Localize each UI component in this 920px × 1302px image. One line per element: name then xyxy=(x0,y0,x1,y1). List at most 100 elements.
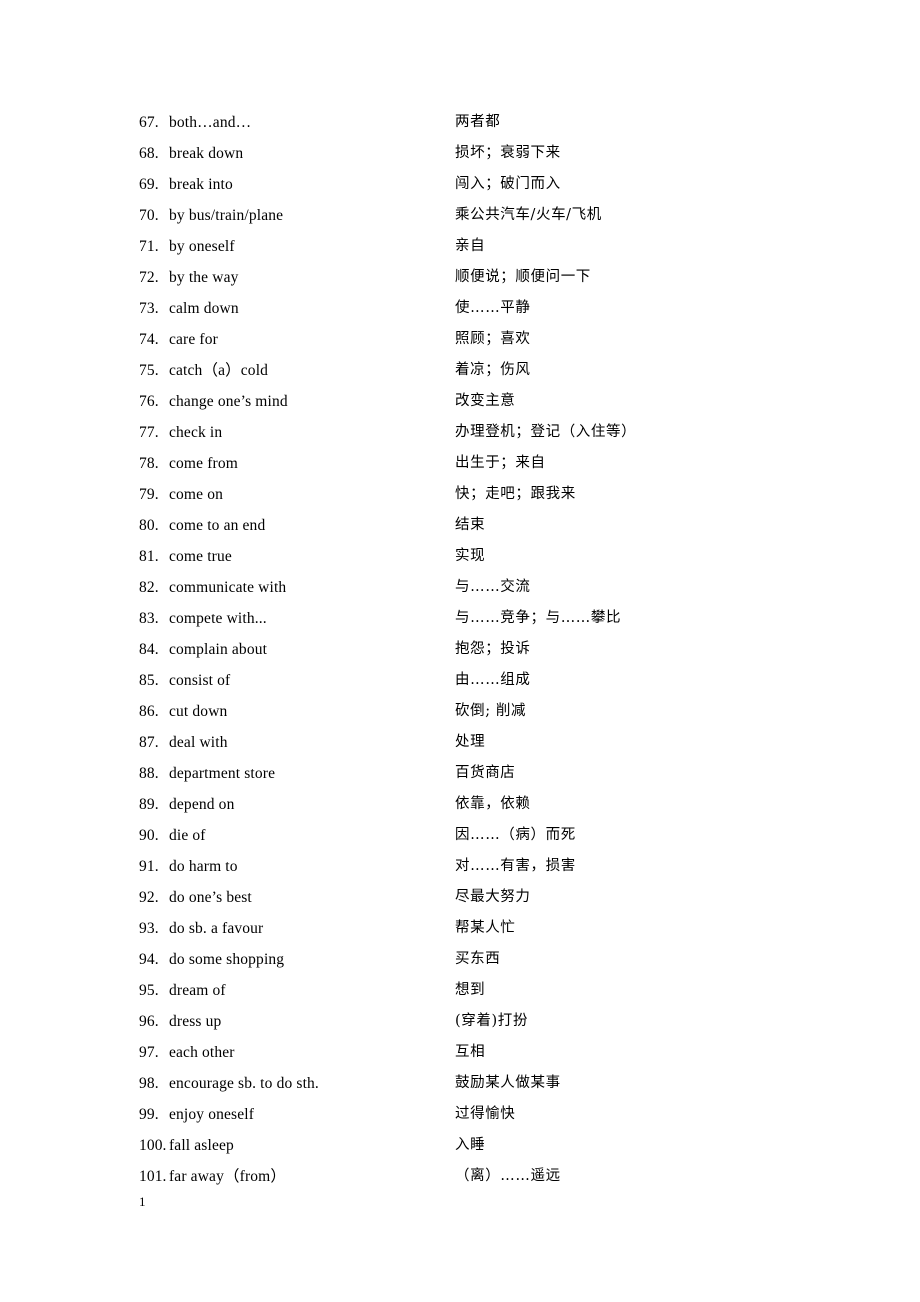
vocab-row-chinese: 处理 xyxy=(455,734,486,750)
vocab-row-chinese: 乘公共汽车/火车/飞机 xyxy=(455,207,602,223)
vocab-row: 101. far away（from） （离）……遥远 xyxy=(139,1161,839,1192)
vocab-row-number: 92. xyxy=(139,889,159,906)
vocab-row-english: come on xyxy=(169,486,223,503)
vocab-row-number: 96. xyxy=(139,1013,159,1030)
vocab-row-english: by oneself xyxy=(169,238,235,255)
vocab-row-number: 80. xyxy=(139,517,159,534)
vocab-row-chinese: 着凉；伤风 xyxy=(455,362,531,378)
vocab-row-number: 79. xyxy=(139,486,159,503)
document-page: 67. both…and… 两者都 68. break down 损坏；衰弱下来 69. b… xyxy=(0,0,920,1302)
vocab-row-english: break down xyxy=(169,145,244,162)
vocab-row-english: catch（a）cold xyxy=(169,362,269,379)
vocab-row-english: check in xyxy=(169,424,223,441)
vocab-row-chinese: 百货商店 xyxy=(455,765,516,781)
vocab-row: 74. care for 照顾；喜欢 xyxy=(139,324,839,355)
vocab-row-english: change one’s mind xyxy=(169,393,288,410)
vocab-row-chinese: 入睡 xyxy=(455,1137,486,1153)
vocab-row: 95. dream of 想到 xyxy=(139,975,839,1006)
vocab-row-number: 99. xyxy=(139,1106,159,1123)
vocab-row: 83. compete with... 与……竞争；与……攀比 xyxy=(139,603,839,634)
vocab-row-english: department store xyxy=(169,765,276,782)
vocab-row: 96. dress up (穿着)打扮 xyxy=(139,1006,839,1037)
vocab-row: 97. each other 互相 xyxy=(139,1037,839,1068)
vocab-row-chinese: 因……（病）而死 xyxy=(455,827,576,843)
vocab-row-chinese: 改变主意 xyxy=(455,393,516,409)
vocab-row-number: 72. xyxy=(139,269,159,286)
vocab-row-english: each other xyxy=(169,1044,235,1061)
vocab-row-english: dream of xyxy=(169,982,226,999)
vocab-row-chinese: 尽最大努力 xyxy=(455,889,531,905)
vocab-row: 93. do sb. a favour 帮某人忙 xyxy=(139,913,839,944)
vocab-row-chinese: 帮某人忙 xyxy=(455,920,516,936)
vocab-row-chinese: 对……有害，损害 xyxy=(455,858,576,874)
vocab-row-number: 71. xyxy=(139,238,159,255)
vocab-row-english: enjoy oneself xyxy=(169,1106,255,1123)
vocab-row-english: fall asleep xyxy=(169,1137,234,1154)
vocab-row-number: 90. xyxy=(139,827,159,844)
vocab-row: 85. consist of 由……组成 xyxy=(139,665,839,696)
vocab-row: 88. department store 百货商店 xyxy=(139,758,839,789)
vocab-row-number: 76. xyxy=(139,393,159,410)
vocab-row-english: come true xyxy=(169,548,232,565)
vocab-row: 99. enjoy oneself 过得愉快 xyxy=(139,1099,839,1130)
vocab-row: 86. cut down 砍倒; 削减 xyxy=(139,696,839,727)
vocab-row-chinese: 依靠，依赖 xyxy=(455,796,531,812)
vocab-row: 73. calm down 使……平静 xyxy=(139,293,839,324)
vocab-row-number: 89. xyxy=(139,796,159,813)
vocab-row-english: deal with xyxy=(169,734,228,751)
vocab-row-english: encourage sb. to do sth. xyxy=(169,1075,319,1092)
vocab-row-number: 85. xyxy=(139,672,159,689)
vocab-row-number: 87. xyxy=(139,734,159,751)
vocab-row-chinese: 想到 xyxy=(455,982,486,998)
vocab-row: 68. break down 损坏；衰弱下来 xyxy=(139,138,839,169)
vocab-row-number: 73. xyxy=(139,300,159,317)
vocab-row-chinese: 砍倒; 削减 xyxy=(455,703,527,719)
vocab-row-english: by bus/train/plane xyxy=(169,207,284,224)
vocab-row: 78. come from 出生于；来自 xyxy=(139,448,839,479)
vocab-row-english: do sb. a favour xyxy=(169,920,264,937)
vocab-row-number: 84. xyxy=(139,641,159,658)
vocab-row-english: compete with... xyxy=(169,610,267,627)
vocab-row-number: 70. xyxy=(139,207,159,224)
vocab-row-number: 101. xyxy=(139,1168,167,1185)
vocab-row: 76. change one’s mind 改变主意 xyxy=(139,386,839,417)
vocab-row: 90. die of 因……（病）而死 xyxy=(139,820,839,851)
vocab-row-chinese: 与……竞争；与……攀比 xyxy=(455,610,622,626)
vocab-row-chinese: 亲自 xyxy=(455,238,486,254)
vocab-row-chinese: 与……交流 xyxy=(455,579,531,595)
vocab-row-chinese: （离）……遥远 xyxy=(455,1168,561,1184)
vocab-row-chinese: 顺便说；顺便问一下 xyxy=(455,269,591,285)
vocab-row-english: calm down xyxy=(169,300,239,317)
vocab-row-number: 83. xyxy=(139,610,159,627)
vocab-row-number: 94. xyxy=(139,951,159,968)
vocab-row: 98. encourage sb. to do sth. 鼓励某人做某事 xyxy=(139,1068,839,1099)
vocab-row: 79. come on 快；走吧；跟我来 xyxy=(139,479,839,510)
vocab-row-english: do one’s best xyxy=(169,889,252,906)
vocab-row-number: 74. xyxy=(139,331,159,348)
vocab-row: 70. by bus/train/plane 乘公共汽车/火车/飞机 xyxy=(139,200,839,231)
vocab-row-chinese: 快；走吧；跟我来 xyxy=(455,486,576,502)
vocab-row: 100. fall asleep 入睡 xyxy=(139,1130,839,1161)
vocabulary-list: 67. both…and… 两者都 68. break down 损坏；衰弱下来 69. b… xyxy=(139,107,839,1192)
vocab-row-number: 67. xyxy=(139,114,159,131)
vocab-row-chinese: 办理登机；登记（入住等） xyxy=(455,424,637,440)
vocab-row: 67. both…and… 两者都 xyxy=(139,107,839,138)
vocab-row: 72. by the way 顺便说；顺便问一下 xyxy=(139,262,839,293)
page-number-footer: 1 xyxy=(139,1194,146,1209)
vocab-row-number: 68. xyxy=(139,145,159,162)
vocab-row: 92. do one’s best 尽最大努力 xyxy=(139,882,839,913)
vocab-row-number: 98. xyxy=(139,1075,159,1092)
vocab-row: 71. by oneself 亲自 xyxy=(139,231,839,262)
vocab-row-number: 75. xyxy=(139,362,159,379)
vocab-row-english: dress up xyxy=(169,1013,222,1030)
vocab-row: 82. communicate with 与……交流 xyxy=(139,572,839,603)
vocab-row-chinese: 抱怨；投诉 xyxy=(455,641,531,657)
vocab-row-chinese: (穿着)打扮 xyxy=(455,1013,528,1029)
vocab-row-english: far away（from） xyxy=(169,1168,287,1185)
vocab-row-number: 81. xyxy=(139,548,159,565)
vocab-row-chinese: 由……组成 xyxy=(455,672,531,688)
vocab-row-chinese: 闯入；破门而入 xyxy=(455,176,561,192)
vocab-row-chinese: 出生于；来自 xyxy=(455,455,546,471)
vocab-row-english: consist of xyxy=(169,672,231,689)
vocab-row-chinese: 照顾；喜欢 xyxy=(455,331,531,347)
